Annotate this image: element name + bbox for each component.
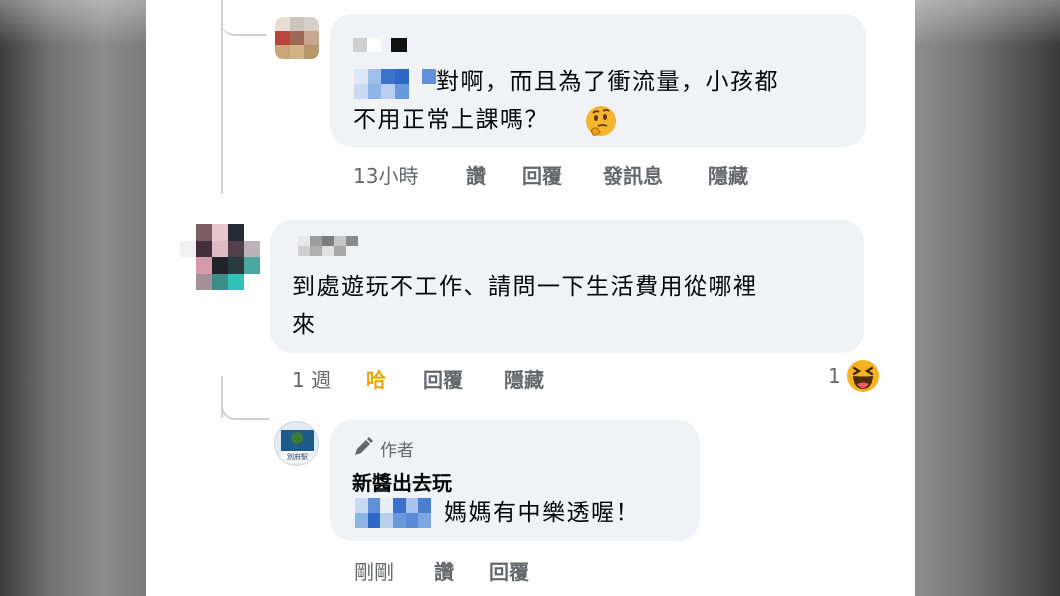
reaction-count[interactable]: 1 — [828, 364, 841, 388]
author-badge: 作者 — [380, 441, 414, 461]
commenter-avatar-1[interactable] — [275, 17, 319, 59]
hide-button-2[interactable]: 隱藏 — [504, 364, 544, 393]
blurred-background-left — [0, 0, 146, 596]
comment-text-line1: 到處遊玩不工作、請問一下生活費用從哪裡 — [292, 274, 758, 300]
haha-reaction-button[interactable]: 哈 — [366, 364, 386, 393]
commenter-avatar-2[interactable] — [180, 224, 260, 290]
like-button-1[interactable]: 讚 — [466, 160, 486, 189]
commenter-name-pixelated-1[interactable] — [353, 38, 419, 52]
thread-curve-bottom — [221, 392, 269, 420]
message-button-1[interactable]: 發訊息 — [603, 160, 663, 189]
comment-thread-panel: 對啊，而且為了衝流量，小孩都 不用正常上課嗎？ 13小時 讚 回覆 發訊息 隱藏… — [146, 0, 915, 596]
comment-text: 媽媽有中樂透喔！ — [444, 500, 640, 526]
pencil-icon — [355, 437, 373, 455]
comment-time-1[interactable]: 13小時 — [353, 160, 418, 189]
mention-tag-pixelated-2[interactable] — [355, 498, 431, 528]
like-button-3[interactable]: 讚 — [434, 556, 454, 585]
author-name[interactable]: 新醬出去玩 — [352, 467, 452, 496]
reply-button-1[interactable]: 回覆 — [522, 160, 562, 189]
mention-tag-pixelated-1[interactable] — [354, 69, 436, 99]
reply-button-2[interactable]: 回覆 — [423, 364, 463, 393]
haha-reaction-icon[interactable] — [846, 359, 880, 393]
comment-bubble-1: 對啊，而且為了衝流量，小孩都 不用正常上課嗎？ — [330, 14, 866, 147]
thinking-face-emoji — [586, 106, 616, 136]
hide-button-1[interactable]: 隱藏 — [708, 160, 748, 189]
reply-button-3[interactable]: 回覆 — [489, 556, 529, 585]
commenter-name-pixelated-2[interactable] — [298, 236, 358, 256]
comment-bubble-2: 到處遊玩不工作、請問一下生活費用從哪裡 來 — [270, 220, 864, 353]
comment-text-line2: 不用正常上課嗎？ — [353, 107, 549, 133]
comment-text-line2: 來 — [292, 312, 317, 338]
blurred-background-right — [915, 0, 1060, 596]
thread-curve-top — [221, 0, 267, 36]
comment-time-2[interactable]: 1 週 — [292, 364, 331, 393]
author-avatar[interactable]: 別府駅 — [274, 421, 319, 466]
avatar-station-sign: 別府駅 — [280, 451, 315, 463]
avatar-figure — [291, 432, 303, 444]
comment-bubble-3: 作者 新醬出去玩 媽媽有中樂透喔！ — [330, 420, 700, 541]
comment-text-line1: 對啊，而且為了衝流量，小孩都 — [436, 69, 779, 95]
comment-time-3[interactable]: 剛剛 — [354, 556, 394, 585]
